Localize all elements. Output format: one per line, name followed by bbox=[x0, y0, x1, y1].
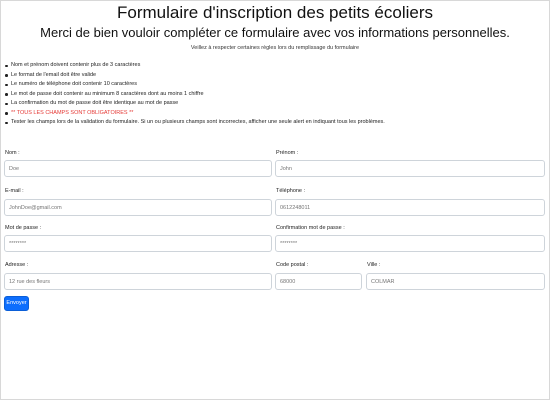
password-label: Mot de passe : bbox=[5, 225, 42, 231]
rule-text: Nom et prénom doivent contenir plus de 3… bbox=[11, 62, 141, 68]
rule-text: ** TOUS LES CHAMPS SONT OBLIGATOIRES ** bbox=[11, 109, 134, 116]
bullet-icon bbox=[5, 83, 8, 86]
rule-item-required-warning: ** TOUS LES CHAMPS SONT OBLIGATOIRES ** bbox=[5, 109, 525, 119]
bullet-icon bbox=[5, 102, 8, 105]
rule-text: Le mot de passe doit contenir au minimum… bbox=[11, 90, 204, 97]
rules-intro: Veillez à respecter certaines règles lor… bbox=[190, 45, 360, 51]
nom-input[interactable] bbox=[4, 160, 272, 177]
rule-item: Le mot de passe doit contenir au minimum… bbox=[5, 90, 525, 100]
adresse-label: Adresse : bbox=[5, 262, 29, 268]
rules-list: Nom et prénom doivent contenir plus de 3… bbox=[5, 61, 525, 128]
code-postal-label: Code postal : bbox=[276, 262, 309, 268]
rule-item: Tester les champs lors de la validation … bbox=[5, 118, 525, 128]
nom-label: Nom : bbox=[5, 150, 20, 156]
page-title: Formulaire d'inscription des petits écol… bbox=[117, 3, 433, 22]
rule-text: Le numéro de téléphone doit contenir 10 … bbox=[11, 81, 137, 87]
rule-text: La confirmation du mot de passe doit êtr… bbox=[11, 100, 179, 106]
bullet-icon bbox=[5, 112, 8, 115]
telephone-label: Téléphone : bbox=[276, 188, 306, 194]
page-subtitle: Merci de bien vouloir compléter ce formu… bbox=[40, 25, 510, 40]
rule-text: Tester les champs lors de la validation … bbox=[11, 119, 385, 125]
prenom-label: Prénom : bbox=[276, 150, 299, 156]
rule-item: Le format de l'email doit être valide bbox=[5, 71, 525, 81]
telephone-input[interactable] bbox=[275, 199, 545, 216]
submit-button[interactable]: Envoyer bbox=[4, 296, 29, 311]
ville-label: Ville : bbox=[367, 262, 381, 268]
email-input[interactable] bbox=[4, 199, 272, 216]
password-confirm-label: Confirmation mot de passe : bbox=[276, 225, 345, 231]
rule-item: Le numéro de téléphone doit contenir 10 … bbox=[5, 80, 525, 90]
bullet-icon bbox=[5, 64, 8, 67]
adresse-input[interactable] bbox=[4, 273, 272, 290]
email-label: E-mail : bbox=[5, 188, 24, 194]
rule-text: Le format de l'email doit être valide bbox=[11, 71, 97, 78]
password-input[interactable] bbox=[4, 235, 272, 252]
rule-item: La confirmation du mot de passe doit êtr… bbox=[5, 99, 525, 109]
prenom-input[interactable] bbox=[275, 160, 545, 177]
bullet-icon bbox=[5, 93, 8, 96]
ville-input[interactable] bbox=[366, 273, 545, 290]
code-postal-input[interactable] bbox=[275, 273, 362, 290]
rule-item: Nom et prénom doivent contenir plus de 3… bbox=[5, 61, 525, 71]
bullet-icon bbox=[5, 121, 8, 124]
password-confirm-input[interactable] bbox=[275, 235, 545, 252]
bullet-icon bbox=[5, 74, 8, 77]
